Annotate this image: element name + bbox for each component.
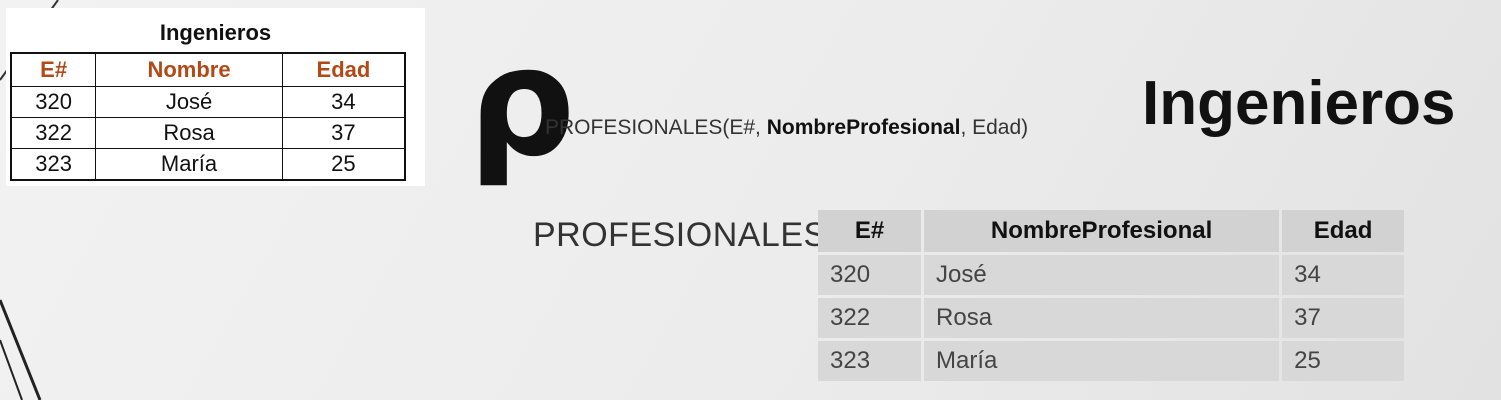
table-cell: 323: [10, 148, 97, 181]
result-table-header-row: E# NombreProfesional Edad: [818, 210, 1404, 252]
table-row: 323 María 25: [818, 341, 1404, 381]
rename-operator-symbol: ρ: [468, 16, 576, 190]
table-cell: 322: [10, 117, 97, 149]
table-cell: 25: [281, 148, 406, 181]
rename-relation-name: Ingenieros: [1142, 69, 1456, 138]
table-cell: María: [924, 341, 1280, 381]
table-cell: María: [95, 148, 283, 181]
table-row: 320 José 34: [818, 255, 1404, 295]
table-cell: Rosa: [924, 298, 1280, 338]
table-cell: José: [95, 86, 283, 118]
table-cell: 322: [818, 298, 922, 338]
result-header-cell: Edad: [1282, 210, 1404, 252]
rename-subscript: PROFESIONALES(E#, NombreProfesional, Eda…: [545, 116, 1028, 140]
source-table-header-row: E# Nombre Edad: [10, 52, 406, 87]
subscript-bold-attribute: NombreProfesional: [766, 116, 961, 139]
table-row: 323 María 25: [10, 148, 406, 181]
table-row: 322 Rosa 37: [10, 117, 406, 149]
table-cell: 323: [818, 341, 922, 381]
result-header-cell: E#: [818, 210, 922, 252]
table-cell: 37: [1282, 298, 1404, 338]
result-header-cell: NombreProfesional: [924, 210, 1280, 252]
table-cell: Rosa: [95, 117, 283, 149]
subscript-prefix: PROFESIONALES(E#,: [545, 116, 767, 139]
subscript-suffix: , Edad): [960, 116, 1029, 139]
table-cell: 34: [281, 86, 406, 118]
table-row: 320 José 34: [10, 86, 406, 118]
source-header-cell: Edad: [281, 52, 406, 87]
source-table-title: Ingenieros: [159, 20, 272, 45]
table-cell: 320: [10, 86, 97, 118]
source-table: E# Nombre Edad 320 José 34 322 Rosa 37 3…: [10, 52, 406, 181]
table-cell: 37: [281, 117, 406, 149]
source-table-panel: Ingenieros E# Nombre Edad 320 José 34 32…: [6, 8, 425, 186]
result-table: E# NombreProfesional Edad 320 José 34 32…: [815, 207, 1407, 384]
source-header-cell: Nombre: [95, 52, 283, 87]
table-cell: 25: [1282, 341, 1404, 381]
table-cell: 34: [1282, 255, 1404, 295]
result-table-label: PROFESIONALES: [533, 216, 827, 254]
table-cell: 320: [818, 255, 922, 295]
source-header-cell: E#: [10, 52, 97, 87]
table-row: 322 Rosa 37: [818, 298, 1404, 338]
table-cell: José: [924, 255, 1280, 295]
